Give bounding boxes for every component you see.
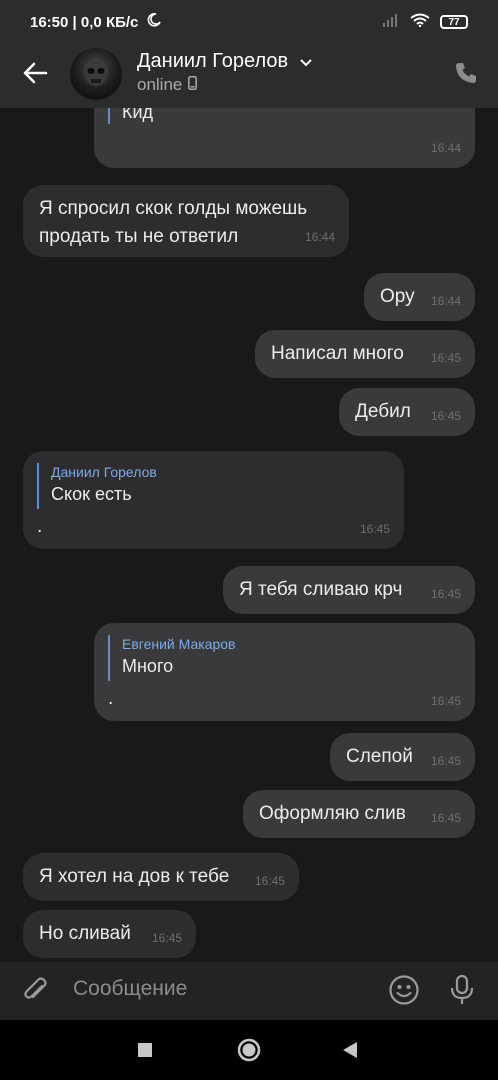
message-bubble[interactable]: Но сливай 16:45 — [23, 910, 196, 958]
message-bubble[interactable]: Я хотел на дов к тебе 16:45 — [23, 853, 299, 901]
recents-icon[interactable] — [137, 1042, 153, 1063]
network-speed: 0,0 КБ/с — [80, 14, 139, 31]
message-bubble[interactable]: Даниил Горелов Скок есть . 16:45 — [23, 451, 404, 549]
status-time: 16:50 — [30, 14, 69, 31]
reply-quote[interactable]: Даниил Горелов Скок есть — [37, 463, 157, 509]
message-list[interactable]: Кид 16:44 Я спросил скок голды можешь пр… — [0, 108, 498, 968]
message-bubble[interactable]: Евгений Макаров Много . 16:45 — [94, 623, 475, 721]
phone-icon[interactable] — [454, 61, 478, 90]
message-text: Оформляю слив — [259, 803, 406, 824]
microphone-icon[interactable] — [449, 974, 475, 1011]
mobile-icon — [188, 75, 198, 95]
composer: Сообщение — [0, 962, 498, 1020]
message-bubble[interactable]: Я тебя сливаю крч 16:45 — [223, 566, 475, 614]
wifi-icon — [410, 13, 430, 31]
message-text: Я спросил скок голды можешь — [39, 198, 308, 219]
message-bubble[interactable]: Написал много 16:45 — [255, 330, 475, 378]
message-text: . — [37, 516, 43, 537]
system-navigation-bar — [0, 1020, 498, 1080]
status-bar: 16:50 | 0,0 КБ/с 77 — [0, 0, 498, 44]
message-bubble[interactable]: Ору 16:44 — [364, 273, 475, 321]
message-bubble[interactable]: Слепой 16:45 — [330, 733, 475, 781]
signal-icon — [382, 13, 400, 31]
message-bubble[interactable]: Дебил 16:45 — [339, 388, 475, 436]
status-right: 77 — [382, 13, 468, 31]
status-left: 16:50 | 0,0 КБ/с — [30, 13, 161, 31]
emoji-icon[interactable] — [388, 974, 420, 1011]
message-input[interactable]: Сообщение — [73, 977, 187, 1001]
chat-header: Даниил Горелов online — [0, 44, 498, 108]
message-text: . — [108, 688, 114, 709]
reply-quote[interactable]: Евгений Макаров Много — [108, 635, 235, 681]
attach-icon[interactable] — [22, 976, 50, 1011]
moon-icon — [147, 13, 161, 31]
message-text: Я тебя сливаю крч — [239, 579, 403, 600]
reply-quote[interactable]: Кид — [108, 108, 153, 124]
message-text: Я хотел на дов к тебе — [39, 866, 230, 887]
peer-status: online — [137, 75, 198, 95]
message-text: продать ты не ответил — [39, 226, 239, 247]
back-icon[interactable] — [342, 1041, 358, 1064]
avatar[interactable] — [70, 48, 122, 100]
message-bubble[interactable]: Я спросил скок голды можешь продать ты н… — [23, 185, 349, 257]
back-arrow-icon[interactable] — [22, 60, 48, 91]
message-bubble[interactable]: Оформляю слив 16:45 — [243, 790, 475, 838]
chevron-down-icon[interactable] — [299, 50, 312, 72]
home-icon[interactable] — [237, 1038, 261, 1067]
battery-icon: 77 — [440, 15, 468, 29]
message-bubble[interactable]: Кид 16:44 — [94, 108, 475, 168]
peer-name[interactable]: Даниил Горелов — [137, 50, 312, 73]
